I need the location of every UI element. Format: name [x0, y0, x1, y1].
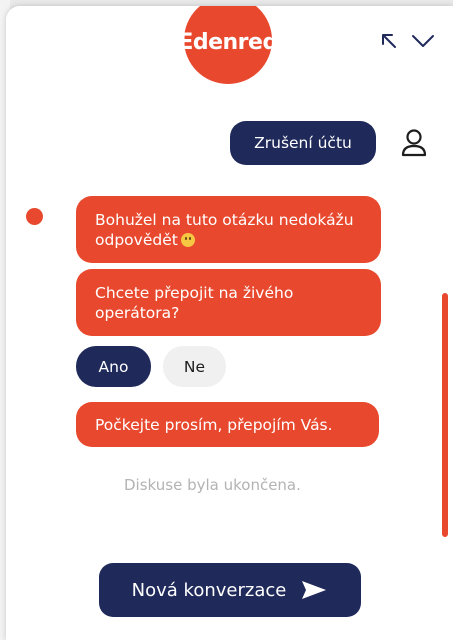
quick-reply-yes-label: Ano: [98, 357, 129, 376]
bot-message-text-3: Počkejte prosím, přepojím Vás.: [95, 415, 333, 434]
user-message-text: Zrušení účtu: [254, 134, 352, 152]
chevron-down-icon: [412, 35, 434, 47]
user-message-bubble: Zrušení účtu: [230, 121, 376, 165]
bot-message-1: Bohužel na tuto otázku nedokážu odpovědě…: [95, 210, 354, 249]
quick-reply-yes[interactable]: Ano: [76, 346, 151, 387]
bot-message-text-1: Bohužel na tuto otázku nedokážu odpovědě…: [95, 210, 362, 250]
logo-text: Edenred: [178, 29, 278, 55]
conversation-ended-status: Diskuse byla ukončena.: [124, 476, 301, 494]
expand-button[interactable]: [376, 28, 402, 54]
arrow-up-left-icon: [382, 34, 396, 48]
send-arrow-icon: [302, 581, 327, 599]
bot-message-bubble: Bohužel na tuto otázku nedokážu odpovědě…: [76, 196, 381, 263]
bot-message-bubble: Počkejte prosím, přepojím Vás.: [76, 402, 379, 447]
user-icon: [401, 129, 427, 157]
user-avatar: [400, 128, 428, 158]
chat-widget: Edenred Zrušení účtu Bohužel na tuto otá…: [6, 6, 453, 640]
edenred-logo: Edenred: [178, 6, 278, 84]
bot-avatar-dot: [26, 208, 43, 225]
chat-header: Edenred: [6, 6, 453, 84]
new-conversation-button[interactable]: Nová konverzace: [99, 563, 361, 617]
bot-message-text-2: Chcete přepojit na živého operátora?: [95, 283, 294, 322]
chat-scrollbar[interactable]: [442, 293, 448, 537]
sad-face-icon: [180, 232, 195, 247]
bot-message-bubble: Chcete přepojit na živého operátora?: [76, 269, 381, 336]
collapse-button[interactable]: [410, 28, 436, 54]
quick-reply-no-label: Ne: [183, 357, 206, 376]
quick-reply-no[interactable]: Ne: [163, 346, 226, 387]
new-conversation-label: Nová konverzace: [131, 579, 287, 601]
